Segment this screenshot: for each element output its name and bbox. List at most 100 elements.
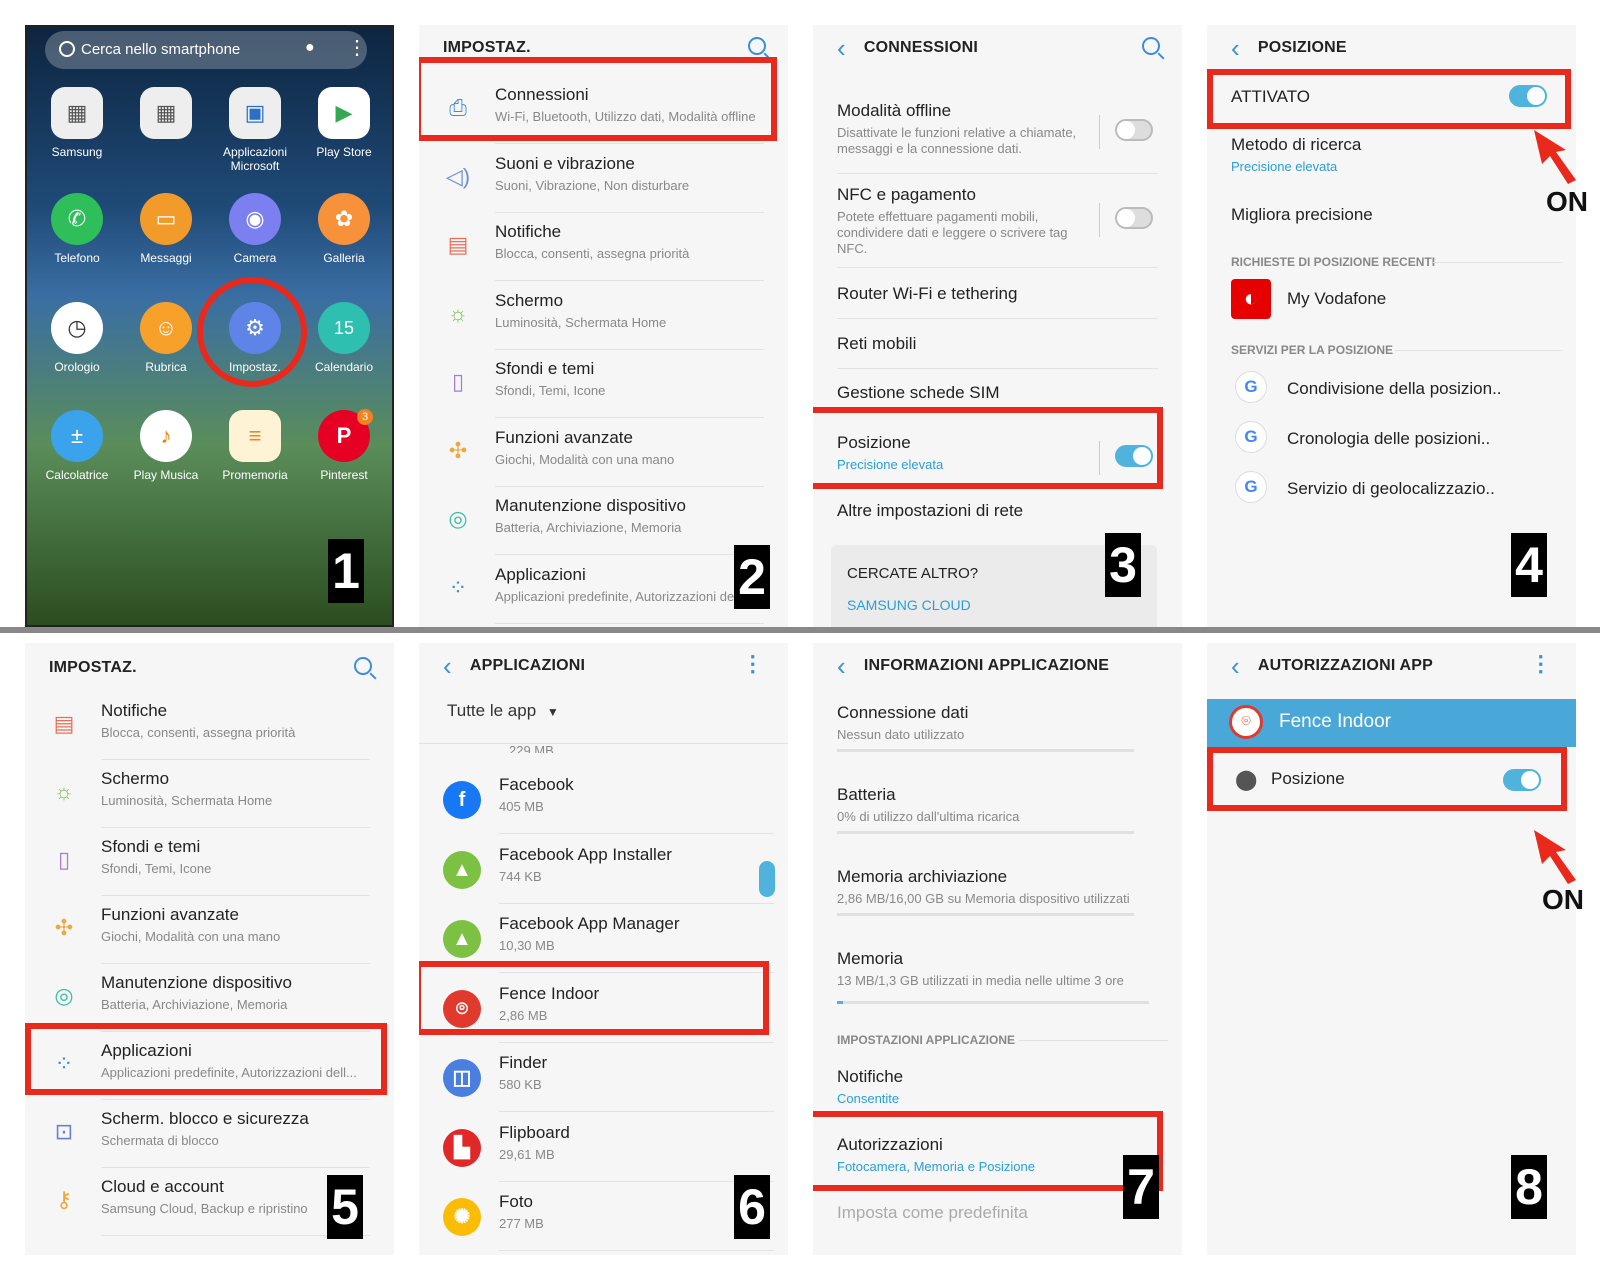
offline-toggle[interactable] [1115,119,1153,141]
improve-accuracy-item[interactable]: Migliora precisione [1231,205,1373,225]
usage-bar [837,831,1134,834]
more-options-icon[interactable]: ⋮ [347,35,367,60]
app-calendario[interactable]: 15 Calendario [299,302,389,374]
app-camera[interactable]: ◉ Camera [210,193,300,265]
themes-item[interactable]: ▯ Sfondi e temi Sfondi, Temi, Icone [419,353,788,418]
display-item[interactable]: ☼ Schermo Luminosità, Schermata Home [419,285,788,350]
divider [499,902,774,904]
back-icon[interactable]: ‹ [1231,653,1240,679]
nfc-toggle[interactable] [1115,207,1153,229]
dropdown-arrow-icon: ▼ [546,705,559,719]
step-number: 5 [327,1175,363,1239]
divider [499,1111,774,1112]
header: ‹ POSIZIONE [1207,25,1576,71]
search-icon[interactable] [748,37,766,55]
item-title: Finder [499,1053,548,1072]
app-pinterest[interactable]: P Pinterest [299,410,389,482]
item-title: Connessione dati [837,703,969,722]
app-promemoria[interactable]: ≡ Promemoria [210,410,300,482]
app-calcolatrice[interactable]: ± Calcolatrice [32,410,122,482]
item-subtitle: Batteria, Archiviazione, Memoria [101,997,288,1012]
set-as-default-item[interactable]: Imposta come predefinita [837,1203,1028,1223]
item-subtitle: Nessun dato utilizzato [837,727,965,742]
search-method-item[interactable]: Metodo di ricerca Precisione elevata [1207,133,1576,183]
sounds-item[interactable]: ◁) Suoni e vibrazione Suoni, Vibrazione, N… [419,148,788,213]
data-connection-item[interactable]: Connessione dati Nessun dato utilizzato [813,701,1182,761]
location-service-item[interactable]: G Condivisione della posizion.. [1207,367,1576,411]
recent-request-item[interactable]: ◐ My Vodafone [1207,277,1576,321]
offline-mode-item[interactable]: Modalità offline Disattivate le funzioni… [813,97,1182,177]
app-galleria[interactable]: ✿ Galleria [299,193,389,265]
settings-panel: IMPOSTAZ. ⎙ Connessioni Wi-Fi, Bluetooth, … [419,25,788,627]
app-finder[interactable]: ◫ Finder 580 KB [419,1047,788,1112]
app-telefono[interactable]: ✆ Telefono [32,193,122,265]
themes-icon: ▯ [451,369,465,394]
item-subtitle: Giochi, Modalità con una mano [101,929,281,944]
app-messaggi[interactable]: ▭ Messaggi [121,193,211,265]
router-item[interactable]: Router Wi-Fi e tethering [837,284,1017,304]
battery-item[interactable]: Batteria 0% di utilizzo dall'ultima ricar… [813,783,1182,843]
samsung-cloud-link[interactable]: SAMSUNG CLOUD [847,597,971,613]
lock-screen-security-item[interactable]: ⊡ Scherm. blocco e sicurezza Schermata di … [25,1103,394,1168]
vodafone-icon: ◐ [1231,279,1271,319]
device-maintenance-item[interactable]: ◎ Manutenzione dispositivo Batteria, Archi… [419,490,788,555]
item-title: Facebook App Installer [499,844,672,864]
notifications-item[interactable]: ▤ Notifiche Blocca, consenti, assegna prio… [419,216,788,281]
applications-item[interactable]: ⁘ Applicazioni Applicazioni predefinite, A… [419,559,788,624]
app-flipboard[interactable]: ▙ Flipboard 29,61 MB [419,1117,788,1182]
header: ‹ CONNESSIONI [813,25,1182,71]
app-microsoft-folder[interactable]: ▣ Applicazioni Microsoft [210,87,300,173]
back-icon[interactable]: ‹ [443,653,452,679]
more-options-icon[interactable]: ⋮ [1530,653,1552,675]
mobile-networks-item[interactable]: Reti mobili [837,334,916,354]
other-network-settings-item[interactable]: Altre impostazioni di rete [837,501,1023,521]
app-microsoft[interactable]: ▦ [121,87,211,145]
app-label: Play Musica [133,468,199,482]
memory-item[interactable]: Memoria 13 MB/1,3 GB utilizzati in media … [813,947,1182,1007]
advanced-features-item[interactable]: ✣ Funzioni avanzate Giochi, Modalità con u… [419,422,788,487]
back-icon[interactable]: ‹ [1231,35,1240,61]
location-service-item[interactable]: G Cronologia delle posizioni.. [1207,417,1576,461]
mic-icon[interactable]: ● [305,39,315,57]
back-icon[interactable]: ‹ [837,35,846,61]
notifications-item[interactable]: Notifiche Consentite [813,1065,1182,1115]
app-samsung[interactable]: ▦ Samsung [32,87,122,159]
app-facebook[interactable]: f Facebook 405 MB [419,769,788,834]
item-subtitle: Blocca, consenti, assegna priorità [101,725,296,740]
app-play-store[interactable]: ▶ Play Store [299,87,389,159]
divider [837,368,1158,369]
device-maintenance-item[interactable]: ◎ Manutenzione dispositivo Batteria, Archi… [25,967,394,1032]
notifications-item[interactable]: ▤ Notifiche Blocca, consenti, assegna prio… [25,695,394,760]
app-filter-dropdown[interactable]: Tutte le app ▼ [447,701,559,721]
nfc-item[interactable]: NFC e pagamento Potete effettuare pagame… [813,181,1182,271]
themes-item[interactable]: ▯ Sfondi e temi Sfondi, Temi, Icone [25,831,394,896]
app-facebook-manager[interactable]: ▲ Facebook App Manager 10,30 MB [419,908,788,973]
back-icon[interactable]: ‹ [837,653,846,679]
divider [499,833,774,834]
memory-usage-bar [837,1001,1149,1004]
page-title: CONNESSIONI [863,39,979,56]
display-icon: ☼ [53,779,75,804]
advanced-features-item[interactable]: ✣ Funzioni avanzate Giochi, Modalità con u… [25,899,394,964]
display-item[interactable]: ☼ Schermo Luminosità, Schermata Home [25,763,394,828]
divider [101,759,370,760]
search-input[interactable]: Cerca nello smartphone [45,31,367,69]
more-options-icon[interactable]: ⋮ [742,653,764,675]
scrollbar-handle[interactable] [759,861,775,897]
location-service-item[interactable]: G Servizio di geolocalizzazio.. [1207,467,1576,511]
app-orologio[interactable]: ◷ Orologio [32,302,122,374]
search-icon[interactable] [1142,37,1160,55]
storage-item[interactable]: Memoria archiviazione 2,86 MB/16,00 GB su… [813,865,1182,925]
app-foto[interactable]: ✺ Foto 277 MB [419,1186,788,1251]
app-play-musica[interactable]: ♪ Play Musica [121,410,211,482]
app-facebook-installer[interactable]: ▲ Facebook App Installer 744 KB [419,839,788,904]
step-number: 7 [1123,1155,1159,1219]
divider [499,1041,774,1043]
divider [1395,350,1562,351]
on-annotation: ON [1542,884,1584,915]
location-permission-highlight [1207,747,1567,811]
sim-manager-item[interactable]: Gestione schede SIM [837,383,1000,403]
android-icon: ▲ [443,850,481,889]
search-icon[interactable] [354,657,372,675]
step-number: 2 [734,545,770,609]
